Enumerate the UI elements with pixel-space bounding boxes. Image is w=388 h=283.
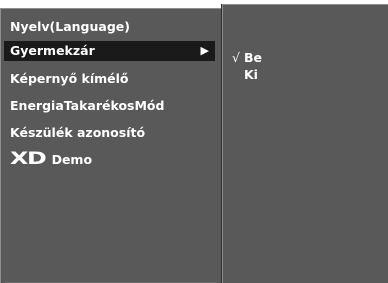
menu-item-language[interactable]: Nyelv(Language) [10, 17, 130, 37]
submenu-option-label: Ki [244, 67, 258, 82]
submenu-option-on[interactable]: √ Be [232, 50, 262, 66]
menu-item-label: Demo [51, 152, 93, 167]
menu-item-screen-saver[interactable]: Képernyő kímélő [10, 69, 129, 89]
submenu-arrow-icon: ▶ [200, 44, 209, 57]
menu-item-power-saving[interactable]: EnergiaTakarékosMód [10, 96, 164, 116]
main-menu-panel: Nyelv(Language) Gyermekzár ▶ Képernyő kí… [0, 8, 221, 283]
submenu-option-off[interactable]: Ki [232, 67, 258, 83]
menu-item-label: EnergiaTakarékosMód [10, 98, 165, 113]
menu-item-xd-demo[interactable]: XD Demo [10, 149, 92, 169]
checkmark-icon: √ [232, 50, 240, 65]
submenu-option-label: Be [244, 50, 263, 65]
menu-item-label: Képernyő kímélő [10, 71, 129, 86]
menu-item-label: Gyermekzár [10, 43, 95, 58]
osd-menu: Nyelv(Language) Gyermekzár ▶ Képernyő kí… [0, 0, 388, 283]
menu-item-label: Készülék azonosító [10, 125, 146, 140]
submenu-panel: √ Be Ki [222, 4, 388, 283]
menu-item-child-lock[interactable]: Gyermekzár ▶ [4, 41, 215, 61]
xd-logo-icon: XD [10, 149, 47, 169]
menu-item-device-id[interactable]: Készülék azonosító [10, 123, 145, 143]
menu-item-label: Nyelv(Language) [10, 19, 130, 34]
